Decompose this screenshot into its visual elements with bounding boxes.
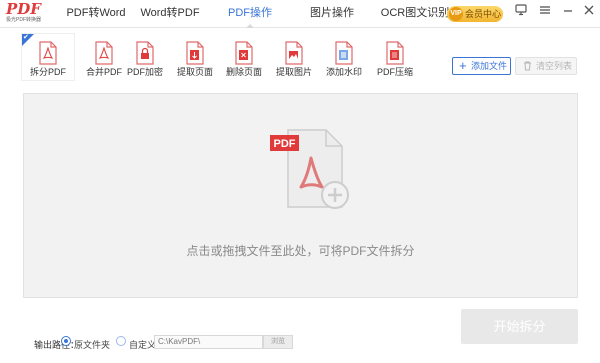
- add-file-button[interactable]: + 添加文件: [452, 57, 511, 75]
- logo-text: PDF: [6, 0, 41, 18]
- tool-split-pdf[interactable]: ✔ 拆分PDF: [22, 34, 74, 80]
- tool-label: 删除页面: [225, 67, 262, 77]
- split-pdf-icon: [39, 41, 57, 65]
- plus-icon: +: [459, 58, 467, 73]
- output-path-label: 输出路径：: [34, 340, 80, 350]
- tool-extract-pages[interactable]: 提取页面: [169, 34, 221, 80]
- radio-original-folder[interactable]: [61, 336, 71, 346]
- output-path-field[interactable]: C:\KavPDF\: [154, 335, 263, 349]
- title-bar: PDF 极光PDF转换器 PDF转Word Word转PDF PDF操作 图片操…: [0, 0, 600, 28]
- radio-custom-folder-label: 自定义: [129, 340, 157, 350]
- vip-crown-icon: VIP: [449, 7, 463, 21]
- tool-label: 拆分PDF: [29, 67, 66, 77]
- tab-image-operations[interactable]: 图片操作: [290, 0, 374, 28]
- start-split-button[interactable]: 开始拆分: [461, 309, 578, 344]
- clear-list-button[interactable]: 清空列表: [515, 57, 577, 75]
- clear-list-label: 清空列表: [536, 61, 573, 71]
- vip-center-label: 会员中心: [465, 9, 502, 19]
- menu-icon[interactable]: [538, 3, 552, 17]
- drop-hint: 点击或拖拽文件至此处，可将PDF文件拆分: [186, 244, 415, 258]
- radio-original-folder-label: 原文件夹: [74, 340, 111, 350]
- merge-pdf-icon: [95, 41, 113, 65]
- tab-ocr[interactable]: OCR图文识别: [374, 0, 456, 28]
- extract-images-icon: [285, 41, 303, 65]
- encrypt-pdf-icon: [136, 41, 154, 65]
- minimize-icon[interactable]: [561, 3, 575, 17]
- tool-encrypt-pdf[interactable]: PDF加密: [119, 34, 171, 80]
- tool-delete-pages[interactable]: 删除页面: [218, 34, 270, 80]
- trash-icon: [524, 61, 531, 71]
- tool-compress-pdf[interactable]: PDF压缩: [369, 34, 421, 80]
- user-icon[interactable]: [514, 3, 528, 17]
- close-icon[interactable]: [582, 3, 596, 17]
- extract-pages-icon: [186, 41, 204, 65]
- tab-word-to-pdf[interactable]: Word转PDF: [130, 0, 210, 28]
- main-tabs: PDF转Word Word转PDF PDF操作 图片操作 OCR图文识别: [62, 0, 456, 28]
- selected-check-icon: ✔: [23, 34, 29, 41]
- tab-pdf-to-word[interactable]: PDF转Word: [62, 0, 130, 28]
- radio-custom-folder[interactable]: [116, 336, 126, 346]
- file-drop-zone[interactable]: PDF 点击或拖拽文件至此处，可将PDF文件拆分: [23, 93, 578, 298]
- add-file-label: 添加文件: [471, 61, 508, 71]
- tool-label: 提取页面: [176, 67, 213, 77]
- logo-subtitle: 极光PDF转换器: [6, 17, 42, 23]
- delete-pages-icon: [235, 41, 253, 65]
- app-logo: PDF 极光PDF转换器: [6, 2, 46, 26]
- pdf-badge: PDF: [274, 138, 296, 150]
- tab-pdf-operations[interactable]: PDF操作: [210, 0, 290, 28]
- tool-extract-images[interactable]: 提取图片: [268, 34, 320, 80]
- tool-add-watermark[interactable]: 添加水印: [318, 34, 370, 80]
- tool-label: PDF加密: [126, 67, 163, 77]
- browse-button[interactable]: 浏览: [263, 335, 293, 349]
- add-watermark-icon: [335, 41, 353, 65]
- tool-label: 添加水印: [325, 67, 362, 77]
- tool-label: 提取图片: [275, 67, 312, 77]
- tool-label: PDF压缩: [376, 67, 413, 77]
- add-pdf-file-icon: PDF: [270, 129, 349, 209]
- vip-center-button[interactable]: VIP 会员中心: [447, 6, 503, 22]
- compress-pdf-icon: [386, 41, 404, 65]
